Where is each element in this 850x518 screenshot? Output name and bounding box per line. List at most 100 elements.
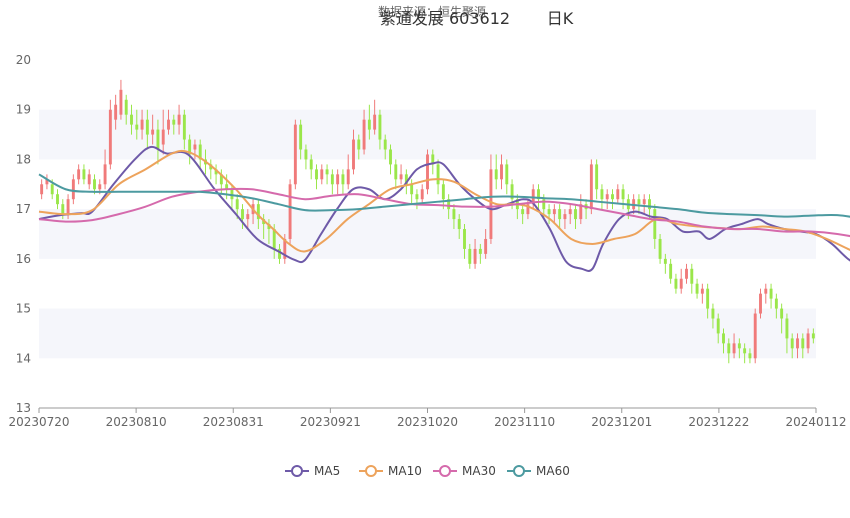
candle-body <box>410 184 414 195</box>
candle-body <box>700 288 704 294</box>
candle-body <box>463 229 466 249</box>
candle-body <box>489 169 493 239</box>
candle-body <box>378 114 382 140</box>
candle-body <box>108 109 112 165</box>
y-tick-label: 20 <box>16 53 31 67</box>
candle-body <box>71 179 75 200</box>
x-tick-label: 20230921 <box>300 415 361 429</box>
candle-body <box>600 189 604 200</box>
candle-body <box>616 189 620 200</box>
candle-body <box>66 199 70 215</box>
candle-body <box>56 194 59 205</box>
candle-body <box>82 169 86 180</box>
candle-body <box>711 308 715 319</box>
candle-body <box>648 199 651 210</box>
candle-body <box>653 209 657 239</box>
legend-item-ma10[interactable]: MA10 <box>359 464 422 478</box>
candle-body <box>521 209 525 215</box>
candle-body <box>574 209 577 220</box>
legend[interactable]: MA5 MA10 MA30 MA60 <box>285 464 570 478</box>
y-tick-label: 17 <box>16 202 31 216</box>
y-axis: 13 14 15 16 17 18 19 20 <box>16 53 31 415</box>
y-tick-label: 19 <box>16 103 31 117</box>
candle-body <box>383 139 387 150</box>
candle-body <box>642 199 646 205</box>
candle-body <box>743 348 747 354</box>
candle-body <box>145 119 149 135</box>
candle-body <box>50 184 54 195</box>
candle-body <box>320 169 324 180</box>
candle-body <box>367 119 371 130</box>
candle-body <box>177 114 181 125</box>
candle-body <box>98 184 102 190</box>
candle-body <box>621 189 625 200</box>
candle-body <box>389 149 392 165</box>
candle-body <box>124 99 128 115</box>
candle-body <box>436 164 440 185</box>
candle-body <box>468 248 472 264</box>
legend-label: MA10 <box>388 464 422 478</box>
candle-body <box>151 129 155 135</box>
candle-body <box>637 199 641 205</box>
candle-body <box>299 124 303 150</box>
y-tick-label: 13 <box>16 401 31 415</box>
candle-body <box>288 184 292 239</box>
x-tick-label: 20231201 <box>591 415 652 429</box>
candle-body <box>484 238 488 254</box>
grid-band <box>39 308 816 359</box>
candle-body <box>478 248 482 254</box>
candle-body <box>357 139 361 150</box>
candle-body <box>790 338 794 349</box>
candle-body <box>93 179 96 190</box>
y-tick-label: 16 <box>16 252 31 266</box>
candle-body <box>658 238 662 259</box>
x-tick-label: 20230720 <box>8 415 69 429</box>
x-tick-label: 20231222 <box>688 415 749 429</box>
legend-label: MA60 <box>536 464 570 478</box>
candle-body <box>679 278 683 289</box>
legend-label: MA5 <box>314 464 340 478</box>
candle-body <box>669 263 673 279</box>
candle-body <box>293 124 297 185</box>
candle-body <box>61 204 65 215</box>
candle-body <box>811 333 815 339</box>
candle-body <box>315 169 318 180</box>
candle-body <box>241 209 244 220</box>
candle-body <box>695 283 699 294</box>
candle-body <box>769 288 773 299</box>
candle-body <box>568 209 572 215</box>
candle-body <box>595 164 599 190</box>
legend-marker-icon <box>365 465 377 477</box>
candle-body <box>663 258 667 264</box>
candle-body <box>722 333 725 344</box>
candle-body <box>589 164 593 210</box>
candle-body <box>352 139 355 170</box>
legend-item-ma30[interactable]: MA30 <box>433 464 496 478</box>
candle-body <box>473 248 477 264</box>
y-tick-label: 14 <box>16 351 31 365</box>
candle-body <box>500 164 503 180</box>
legend-item-ma5[interactable]: MA5 <box>285 464 340 478</box>
legend-label: MA30 <box>462 464 496 478</box>
candle-body <box>785 318 789 339</box>
candle-body <box>441 184 445 200</box>
candle-body <box>690 268 694 284</box>
candle-body <box>362 119 366 150</box>
candle-body <box>716 318 720 334</box>
candle-body <box>780 308 784 319</box>
candle-body <box>246 214 250 220</box>
candle-body <box>558 209 562 220</box>
candle-body <box>103 164 107 185</box>
candle-body <box>140 119 144 130</box>
candle-body <box>325 169 329 175</box>
candle-body <box>457 219 461 230</box>
candle-body <box>346 169 350 185</box>
candle-body <box>494 169 498 180</box>
candle-body <box>727 343 731 354</box>
candle-body <box>605 194 609 200</box>
candle-body <box>394 164 398 180</box>
candle-body <box>193 144 197 150</box>
candle-body <box>563 214 567 220</box>
legend-item-ma60[interactable]: MA60 <box>507 464 570 478</box>
legend-marker-icon <box>291 465 303 477</box>
